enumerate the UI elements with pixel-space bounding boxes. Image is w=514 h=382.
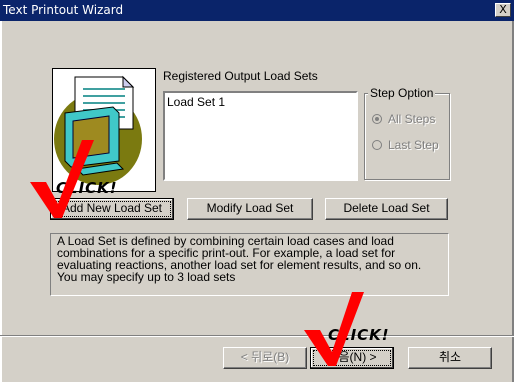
checkmark-icon [30, 140, 94, 218]
checkmark-overlay [30, 140, 364, 366]
checkmark-icon [304, 292, 364, 366]
